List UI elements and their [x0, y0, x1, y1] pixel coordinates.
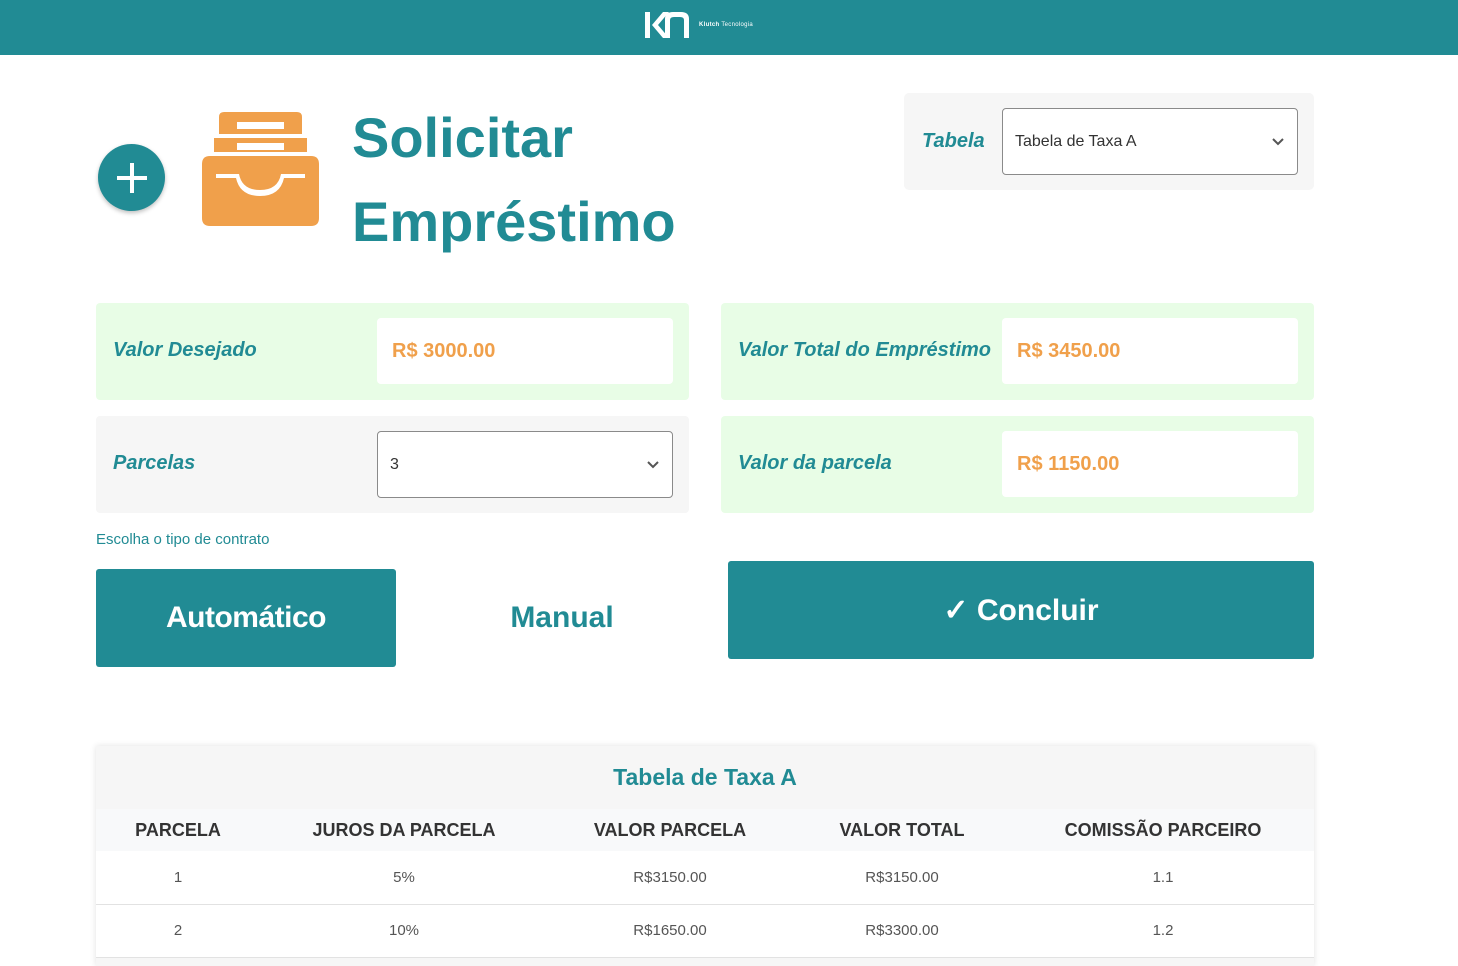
page-title: Solicitar Empréstimo [352, 96, 676, 264]
valor-total-label: Valor Total do Empréstimo [738, 339, 991, 361]
table-cell: R$1650.00 [633, 922, 707, 939]
inbox-tray-icon [202, 112, 319, 233]
chevron-down-icon [1272, 137, 1284, 145]
rate-table-title: Tabela de Taxa A [613, 764, 797, 790]
rate-table-card: Tabela de Taxa A PARCELA JUROS DA PARCEL… [96, 746, 1314, 966]
chevron-down-icon [647, 460, 659, 468]
valor-desejado-label: Valor Desejado [113, 339, 257, 361]
table-header-row: PARCELA JUROS DA PARCELA VALOR PARCELA V… [96, 809, 1314, 851]
table-cell: 5% [393, 868, 415, 886]
column-header: JUROS DA PARCELA [312, 819, 496, 840]
tabela-select[interactable]: Tabela de Taxa A [1002, 108, 1298, 175]
valor-total-panel: Valor Total do Empréstimo R$ 3450.00 [721, 303, 1314, 400]
valor-parcela-value: R$ 1150.00 [1002, 431, 1298, 497]
table-cell: 1 [173, 868, 183, 886]
page-title-line1: Solicitar [352, 106, 573, 169]
table-cell: R$3150.00 [633, 868, 707, 886]
plus-icon [116, 162, 147, 193]
contract-type-hint: Escolha o tipo de contrato [96, 531, 270, 548]
valor-desejado-panel: Valor Desejado R$ 3000.00 [96, 303, 689, 400]
add-button[interactable] [98, 144, 165, 211]
parcelas-select[interactable]: 3 [377, 431, 673, 498]
valor-parcela-label: Valor da parcela [738, 452, 892, 474]
tabela-label: Tabela [922, 130, 985, 152]
tabela-panel: Tabela Tabela de Taxa A [904, 93, 1314, 190]
column-header: VALOR PARCELA [593, 819, 747, 840]
company-logo[interactable]: Klutch Tecnologia [643, 10, 753, 40]
valor-desejado-input[interactable]: R$ 3000.00 [377, 318, 673, 384]
column-header: PARCELA [135, 819, 221, 840]
table-cell: R$3300.00 [865, 922, 939, 939]
tabela-select-value: Tabela de Taxa A [1015, 132, 1137, 150]
table-row: 1 5% R$3150.00 R$3150.00 1.1 [96, 851, 1314, 904]
table-cell: 1.2 [1152, 922, 1174, 939]
parcelas-label: Parcelas [113, 452, 196, 474]
manual-button[interactable]: Manual [412, 569, 712, 667]
table-cell: 1.1 [1152, 868, 1174, 886]
parcelas-panel: Parcelas 3 [96, 416, 689, 513]
table-cell: 2 [173, 922, 183, 939]
column-header: VALOR TOTAL [839, 819, 965, 840]
table-row: 2 10% R$1650.00 R$3300.00 1.2 [96, 904, 1314, 957]
table-cell: 10% [388, 922, 420, 939]
automatic-button[interactable]: Automático [96, 569, 396, 667]
valor-parcela-panel: Valor da parcela R$ 1150.00 [721, 416, 1314, 513]
page-title-line2: Empréstimo [352, 190, 676, 253]
table-cell: R$3150.00 [865, 868, 939, 886]
parcelas-select-value: 3 [390, 455, 399, 473]
brand-name: Klutch Tecnologia [699, 22, 754, 28]
top-bar: Klutch Tecnologia [0, 0, 1458, 55]
valor-total-value: R$ 3450.00 [1002, 318, 1298, 384]
logo-mark-icon [645, 12, 689, 38]
rate-table: PARCELA JUROS DA PARCELA VALOR PARCELA V… [96, 809, 1314, 958]
conclude-button[interactable]: ✓ Concluir [728, 561, 1314, 659]
column-header: COMISSÃO PARCEIRO [1064, 819, 1262, 840]
